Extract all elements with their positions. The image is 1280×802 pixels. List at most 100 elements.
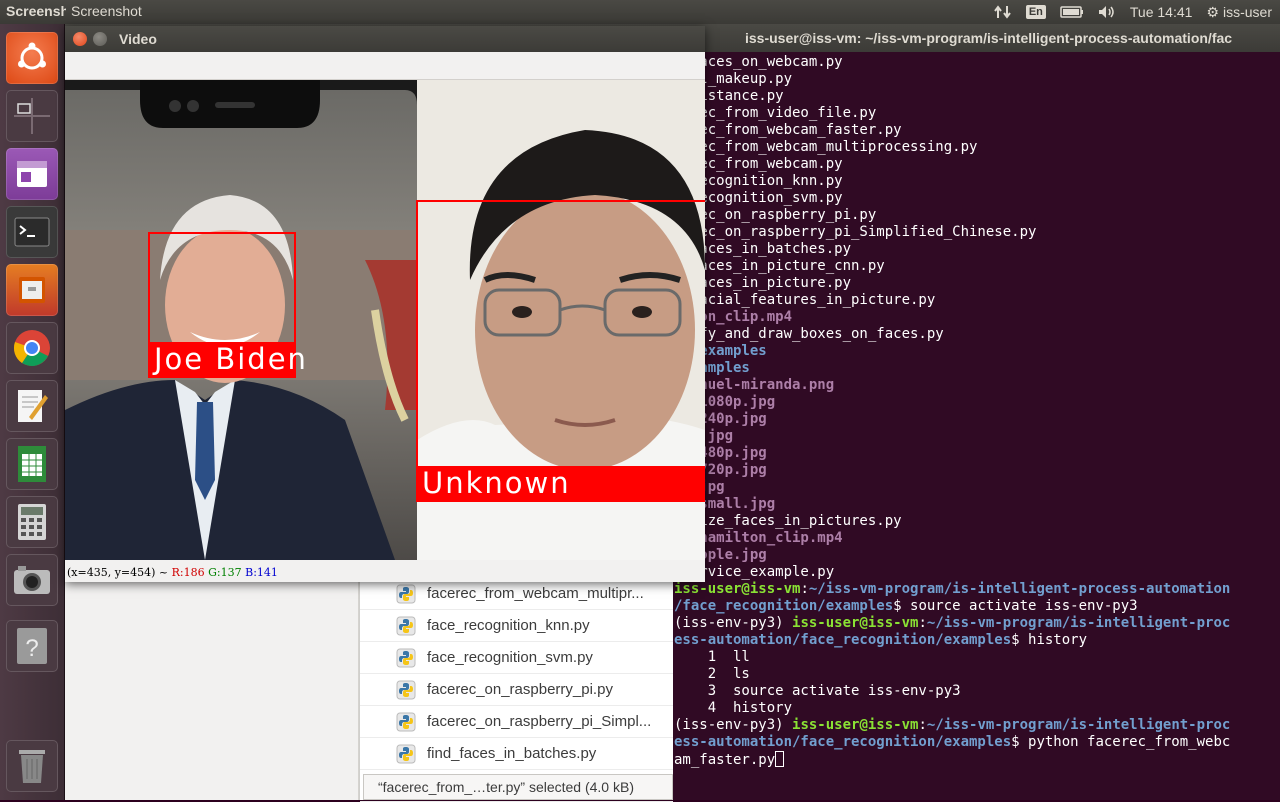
- terminal-listing-line: d_faces_in_picture.py: [674, 275, 852, 291]
- terminal-listing-line: cerec_from_webcam.py: [674, 156, 843, 172]
- face-label-known: Joe Biden: [148, 342, 306, 378]
- terminal-icon[interactable]: [6, 206, 58, 258]
- chrome-icon[interactable]: [6, 322, 58, 374]
- terminal-listing-line: ma-480p.jpg: [674, 445, 767, 461]
- calculator-icon[interactable]: [6, 496, 58, 548]
- file-row[interactable]: facerec_from_webcam_multipr...: [360, 578, 673, 610]
- video-window[interactable]: Video Joe Biden Unknown (x=435, y=454) ~…: [65, 26, 705, 582]
- terminal-listing-line: e_distance.py: [674, 88, 784, 104]
- face-box-known: [148, 232, 296, 344]
- terminal-listing-line: _people.jpg: [674, 547, 767, 563]
- file-name: facerec_from_webcam_multipr...: [427, 585, 644, 602]
- file-row[interactable]: facerec_on_raspberry_pi_Simpl...: [360, 706, 673, 738]
- terminal-listing-line: ntify_and_draw_boxes_on_faces.py: [674, 326, 944, 342]
- python-file-icon: [396, 680, 416, 700]
- python-file-icon: [396, 712, 416, 732]
- terminal-listing-line: -manuel-miranda.png: [674, 377, 835, 393]
- terminal-listing-line: ma2.jpg: [674, 428, 1280, 445]
- minimize-button[interactable]: [93, 32, 107, 46]
- pixel-info: (x=435, y=454) ~ R:186 G:137 B:141: [65, 566, 705, 582]
- ubuntu-dash-icon[interactable]: [6, 32, 58, 84]
- terminal-listing-line: d_faces_in_batches.py: [674, 241, 852, 257]
- battery-icon[interactable]: [1060, 6, 1084, 18]
- terminal-listing-line: ma-240p.jpg: [674, 411, 767, 427]
- files-icon[interactable]: [6, 264, 58, 316]
- terminal-listing-line: ital_makeup.py: [674, 71, 793, 87]
- terminal-listing-line: d_facial_features_in_picture.py: [674, 292, 936, 308]
- file-manager-list[interactable]: facerec_from_webcam_multipr... face_recog…: [359, 578, 673, 802]
- terminal-listing: r_faces_on_webcam.py ital_makeup.py e_dist…: [674, 54, 1280, 581]
- terminal-listing-line: r_faces_on_webcam.py: [674, 54, 843, 70]
- volume-icon[interactable]: [1098, 5, 1116, 19]
- video-title: Video: [119, 31, 157, 47]
- active-app-name: Screenshot: [6, 3, 66, 19]
- terminal-listing-line: rt_hamilton_clip.mp4: [674, 530, 843, 546]
- video-toolbar: [65, 52, 705, 80]
- terminal-listing-line: _service_example.py: [674, 564, 835, 580]
- workspace-switcher-icon[interactable]: [6, 90, 58, 142]
- user-name: iss-user: [1222, 4, 1272, 20]
- terminal-listing-line: e_recognition_svm.py: [674, 190, 843, 206]
- pixel-g: G:137: [208, 566, 242, 579]
- face-label-unknown: Unknown: [416, 466, 705, 502]
- terminal-listing-line: e_recognition_knn.py: [674, 173, 843, 189]
- video-titlebar[interactable]: Video: [65, 26, 705, 52]
- terminal-listing-line: ognize_faces_in_pictures.py: [674, 513, 902, 529]
- history-line: 4 history: [674, 700, 793, 716]
- terminal-output[interactable]: r_faces_on_webcam.py ital_makeup.py e_dist…: [674, 54, 1280, 800]
- python-file-icon: [396, 648, 416, 668]
- prompt-line-3c: am_faster.py: [674, 751, 1280, 768]
- file-manager-sidebar[interactable]: [65, 578, 359, 800]
- prompt-line-2: (iss-env-py3) iss-user@iss-vm:~/iss-vm-p…: [674, 615, 1231, 631]
- file-name: face_recognition_svm.py: [427, 649, 593, 666]
- prompt-line-1b: /face_recognition/examples$ source activ…: [674, 598, 1138, 614]
- session-menu[interactable]: ⚙ iss-user: [1206, 4, 1272, 21]
- python-file-icon: [396, 616, 416, 636]
- terminal-listing-line: d_faces_in_picture_cnn.py: [674, 258, 885, 274]
- spreadsheet-icon[interactable]: [6, 438, 58, 490]
- top-panel: Screenshot Screenshot En Tue 14:41 ⚙ iss…: [0, 0, 1280, 24]
- file-manager-status: “facerec_from_…ter.py” selected (4.0 kB): [363, 774, 673, 800]
- cursor-coords: (x=435, y=454) ~: [67, 566, 172, 579]
- terminal-listing-line: ilton_clip.mp4: [674, 309, 793, 325]
- terminal-listing-line: cerec_on_raspberry_pi_Simplified_Chinese…: [674, 224, 1037, 240]
- file-row[interactable]: face_recognition_knn.py: [360, 610, 673, 642]
- terminal-listing-line: cerec_from_webcam_multiprocessing.py: [674, 139, 978, 155]
- history-line: 2 ls: [674, 666, 750, 682]
- prompt-line-1: iss-user@iss-vm:~/iss-vm-program/is-inte…: [674, 581, 1231, 597]
- prompt-line-2b: ess-automation/face_recognition/examples…: [674, 632, 1088, 648]
- file-name: facerec_on_raspberry_pi.py: [427, 681, 613, 698]
- pixel-r: R:186: [171, 566, 205, 579]
- terminal-listing-line: ma-720p.jpg: [674, 462, 767, 478]
- file-name: facerec_on_raspberry_pi_Simpl...: [427, 713, 652, 730]
- window-title: Screenshot: [71, 3, 142, 19]
- file-row[interactable]: facerec_on_raspberry_pi.py: [360, 674, 673, 706]
- file-row[interactable]: find_faces_in_batches.py: [360, 738, 673, 770]
- history-line: 3 source activate iss-env-py3: [674, 683, 961, 699]
- system-tray: En Tue 14:41 ⚙ iss-user: [994, 0, 1272, 24]
- clock[interactable]: Tue 14:41: [1130, 4, 1193, 20]
- terminal-listing-line: _examples: [674, 360, 750, 376]
- history-line: 1 ll: [674, 649, 750, 665]
- file-name: find_faces_in_batches.py: [427, 745, 597, 762]
- file-row[interactable]: face_recognition_svm.py: [360, 642, 673, 674]
- network-icon[interactable]: [994, 4, 1012, 20]
- terminal-listing-line: cerec_from_webcam_faster.py: [674, 122, 902, 138]
- terminal-listing-line: cerec_on_raspberry_pi.py: [674, 207, 877, 223]
- terminal-listing-line: ma-1080p.jpg: [674, 394, 776, 410]
- terminal-listing-line: nb_examples: [674, 343, 767, 359]
- software-icon[interactable]: [6, 148, 58, 200]
- svg-text:?: ?: [25, 635, 38, 662]
- gear-icon: ⚙: [1206, 3, 1219, 20]
- trash-icon[interactable]: [6, 740, 58, 792]
- terminal-cursor: [775, 751, 785, 767]
- launcher: ?: [0, 24, 65, 800]
- close-button[interactable]: [73, 32, 87, 46]
- keyboard-layout[interactable]: En: [1025, 5, 1046, 19]
- pixel-b: B:141: [245, 566, 278, 579]
- python-file-icon: [396, 744, 416, 764]
- help-icon[interactable]: ?: [6, 620, 58, 672]
- camera-icon[interactable]: [6, 554, 58, 606]
- prompt-line-3b: ess-automation/face_recognition/examples…: [674, 734, 1231, 750]
- text-editor-icon[interactable]: [6, 380, 58, 432]
